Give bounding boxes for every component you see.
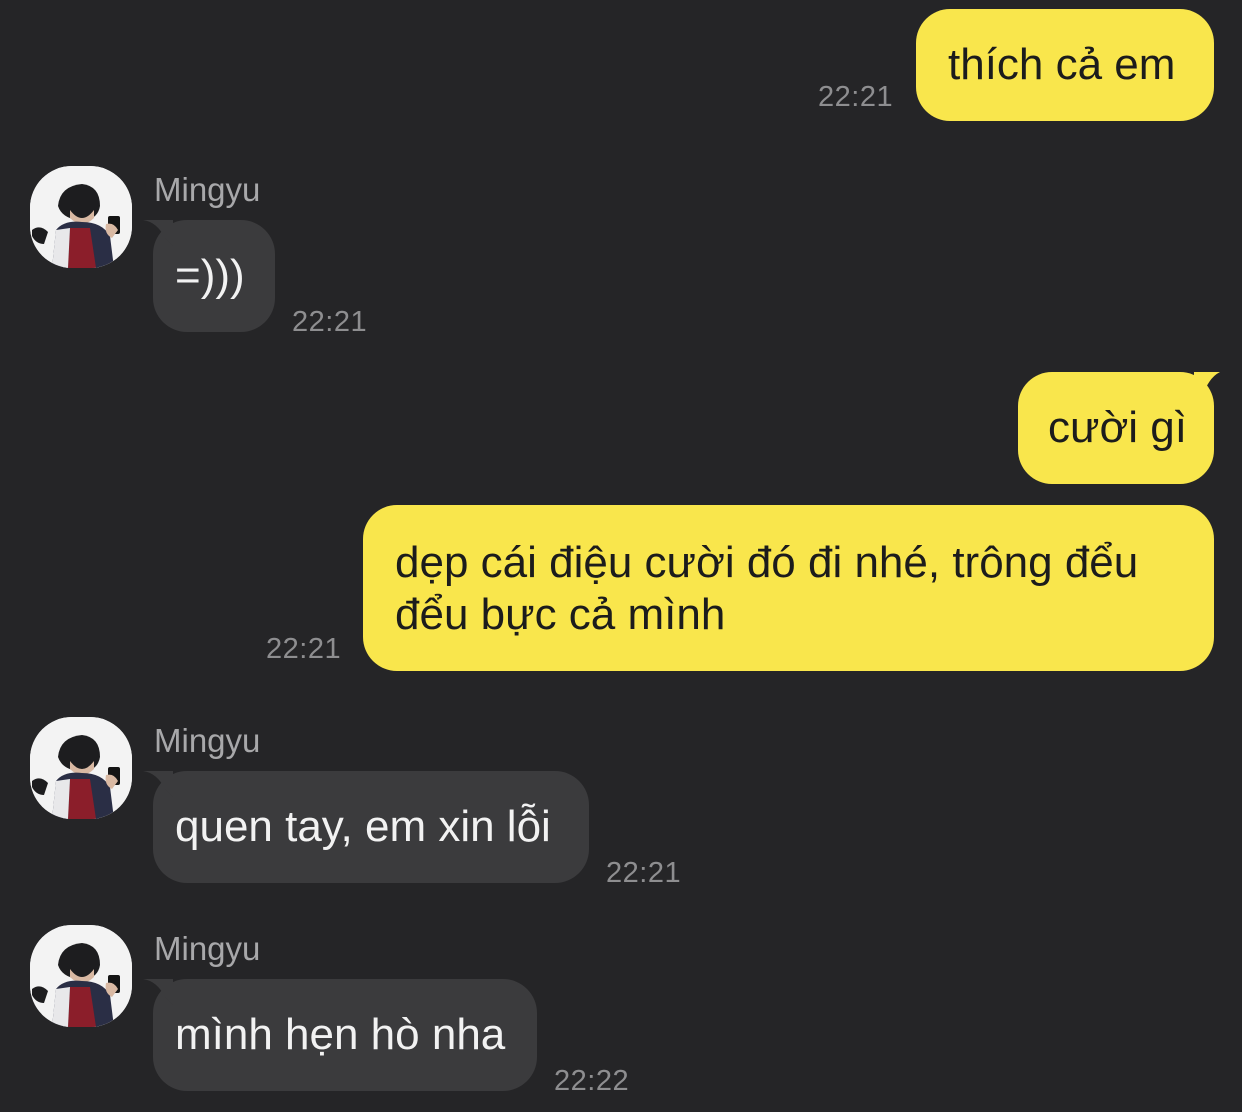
message-timestamp: 22:21	[266, 633, 342, 665]
sender-name: Mingyu	[154, 722, 261, 759]
message-timestamp: 22:21	[818, 81, 894, 113]
message-text-line: dẹp cái điệu cười đó đi nhé, trông đểu	[395, 538, 1139, 587]
message-text: cười gì	[1048, 403, 1188, 452]
outgoing-message-bubble[interactable]: dẹp cái điệu cười đó đi nhé, trông đểu đ…	[363, 505, 1214, 671]
user-avatar-icon	[30, 925, 132, 1027]
message-timestamp: 22:22	[554, 1065, 630, 1097]
chat-message-list[interactable]: 22:21 thích cả em Mingyu =))) 22:21 cười…	[0, 0, 1242, 1112]
outgoing-message-bubble[interactable]: cười gì	[1018, 372, 1220, 484]
bubble-tail	[143, 771, 173, 797]
bubble-tail	[143, 220, 173, 246]
message-text-line: đểu bực cả mình	[395, 590, 726, 639]
message-text: mình hẹn hò nha	[175, 1010, 506, 1059]
incoming-message-bubble[interactable]: quen tay, em xin lỗi	[143, 771, 589, 883]
sender-name: Mingyu	[154, 171, 261, 208]
avatar[interactable]	[30, 166, 132, 268]
message-timestamp: 22:21	[292, 306, 368, 338]
message-text: thích cả em	[948, 40, 1176, 89]
user-avatar-icon	[30, 717, 132, 819]
incoming-message-bubble[interactable]: mình hẹn hò nha	[143, 979, 537, 1091]
sender-name: Mingyu	[154, 930, 261, 967]
outgoing-message-bubble[interactable]: thích cả em	[916, 9, 1214, 121]
message-text: =)))	[175, 251, 245, 300]
user-avatar-icon	[30, 166, 132, 268]
message-text: quen tay, em xin lỗi	[175, 802, 551, 851]
bubble-tail	[143, 979, 173, 1005]
avatar[interactable]	[30, 925, 132, 1027]
bubble-tail	[1194, 372, 1220, 398]
incoming-message-bubble[interactable]: =)))	[143, 220, 275, 332]
avatar[interactable]	[30, 717, 132, 819]
message-timestamp: 22:21	[606, 857, 682, 889]
